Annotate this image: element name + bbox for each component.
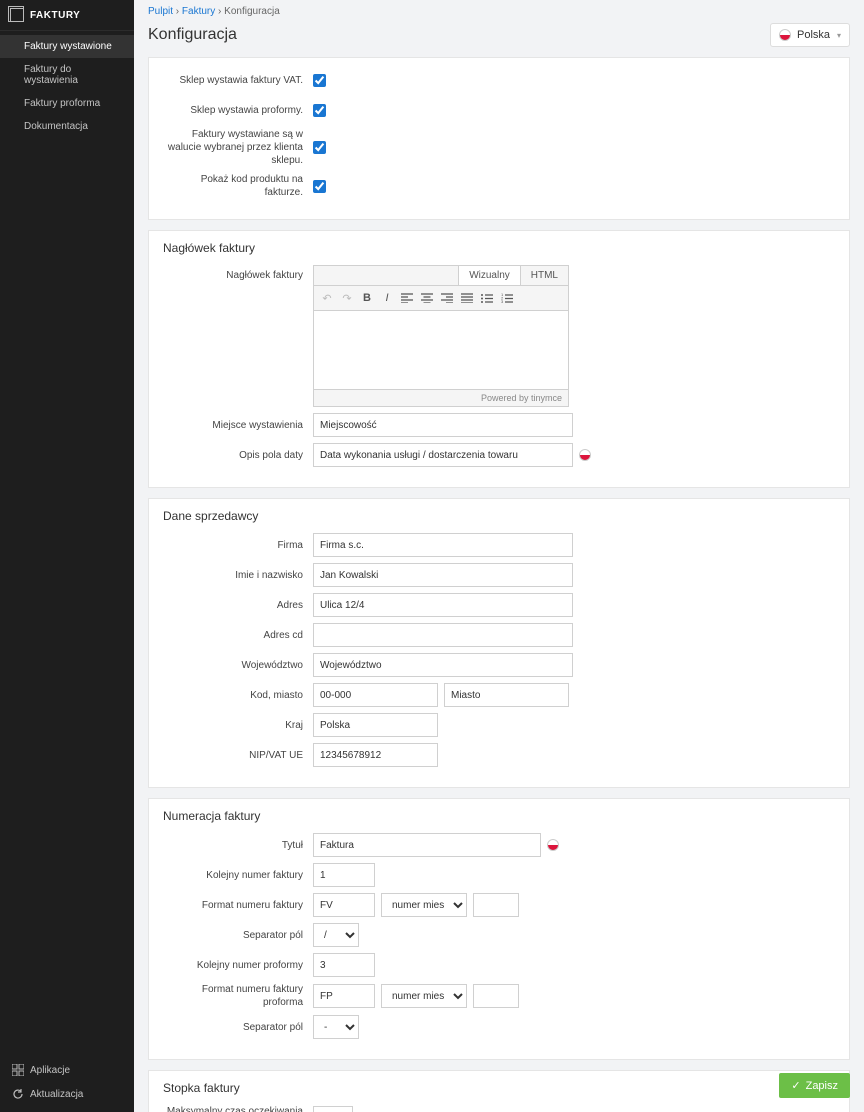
label-opt2: Sklep wystawia proformy. bbox=[163, 104, 313, 117]
label-opt3: Faktury wystawiane są w walucie wybranej… bbox=[163, 128, 313, 167]
align-center-icon[interactable] bbox=[418, 289, 436, 307]
list-ul-icon[interactable] bbox=[478, 289, 496, 307]
input-kolejny[interactable] bbox=[313, 863, 375, 887]
input-tytul[interactable] bbox=[313, 833, 541, 857]
input-adres2[interactable] bbox=[313, 623, 573, 647]
input-firma[interactable] bbox=[313, 533, 573, 557]
breadcrumb-link[interactable]: Pulpit bbox=[148, 6, 173, 17]
input-woj[interactable] bbox=[313, 653, 573, 677]
flag-icon bbox=[547, 839, 559, 851]
input-format-proforma-extra[interactable] bbox=[473, 984, 519, 1008]
save-button[interactable]: ✓ Zapisz bbox=[779, 1073, 850, 1098]
panel-title: Nagłówek faktury bbox=[163, 241, 835, 255]
panel-sprzedawca: Dane sprzedawcy Firma Imie i nazwisko Ad… bbox=[148, 498, 850, 788]
select-sep[interactable]: / bbox=[313, 923, 359, 947]
input-format-extra[interactable] bbox=[473, 893, 519, 917]
checkbox-waluta[interactable] bbox=[313, 141, 326, 154]
align-left-icon[interactable] bbox=[398, 289, 416, 307]
panel-title: Numeracja faktury bbox=[163, 809, 835, 823]
flag-icon bbox=[779, 29, 791, 41]
input-format[interactable] bbox=[313, 893, 375, 917]
panel-naglowek: Nagłówek faktury Nagłówek faktury Wizual… bbox=[148, 230, 850, 488]
language-select[interactable]: Polska ▾ bbox=[770, 23, 850, 47]
select-format-proforma[interactable]: numer miesiąc rok bbox=[381, 984, 467, 1008]
undo-icon[interactable]: ↶ bbox=[318, 289, 336, 307]
italic-icon[interactable]: I bbox=[378, 289, 396, 307]
sidebar-item-proforma[interactable]: Faktury proforma bbox=[0, 92, 134, 115]
flag-icon bbox=[579, 449, 591, 461]
input-imie[interactable] bbox=[313, 563, 573, 587]
input-nip[interactable] bbox=[313, 743, 438, 767]
input-kod[interactable] bbox=[313, 683, 438, 707]
label-editor: Nagłówek faktury bbox=[163, 265, 313, 282]
panel-stopka: Stopka faktury Maksymalny czas oczekiwan… bbox=[148, 1070, 850, 1112]
select-format[interactable]: numer miesiąc rok bbox=[381, 893, 467, 917]
label-opt4: Pokaż kod produktu na fakturze. bbox=[163, 173, 313, 199]
checkbox-kod[interactable] bbox=[313, 180, 326, 193]
refresh-icon bbox=[12, 1088, 24, 1100]
input-adres[interactable] bbox=[313, 593, 573, 617]
editor-body[interactable] bbox=[314, 311, 568, 389]
sidebar-header: FAKTURY bbox=[0, 0, 134, 31]
label-miejsce: Miejsce wystawienia bbox=[163, 419, 313, 432]
main: Pulpit › Faktury › Konfiguracja Konfigur… bbox=[134, 0, 864, 1112]
sidebar: FAKTURY Faktury wystawione Faktury do wy… bbox=[0, 0, 134, 1112]
sidebar-item-do-wystawienia[interactable]: Faktury do wystawienia bbox=[0, 58, 134, 92]
input-kraj[interactable] bbox=[313, 713, 438, 737]
logo-icon bbox=[10, 8, 24, 22]
sidebar-item-wystawione[interactable]: Faktury wystawione bbox=[0, 35, 134, 58]
breadcrumb-link[interactable]: Faktury bbox=[182, 6, 215, 17]
editor-tab-html[interactable]: HTML bbox=[520, 266, 568, 285]
language-label: Polska bbox=[797, 29, 830, 41]
redo-icon[interactable]: ↷ bbox=[338, 289, 356, 307]
sidebar-bottom: Aplikacje Aktualizacja bbox=[0, 1058, 134, 1112]
panel-numeracja: Numeracja faktury Tytuł Kolejny numer fa… bbox=[148, 798, 850, 1060]
sidebar-item-dokumentacja[interactable]: Dokumentacja bbox=[0, 115, 134, 138]
sidebar-bottom-aplikacje[interactable]: Aplikacje bbox=[0, 1058, 134, 1082]
editor-naglowek: Wizualny HTML ↶ ↷ B I bbox=[313, 265, 569, 407]
apps-icon bbox=[12, 1064, 24, 1076]
input-miejsce[interactable] bbox=[313, 413, 573, 437]
check-icon: ✓ bbox=[791, 1079, 800, 1092]
bold-icon[interactable]: B bbox=[358, 289, 376, 307]
panel-title: Stopka faktury bbox=[163, 1081, 835, 1095]
align-right-icon[interactable] bbox=[438, 289, 456, 307]
label-opis: Opis pola daty bbox=[163, 449, 313, 462]
sidebar-bottom-aktualizacja[interactable]: Aktualizacja bbox=[0, 1082, 134, 1106]
label-opt1: Sklep wystawia faktury VAT. bbox=[163, 74, 313, 87]
editor-toolbar: ↶ ↷ B I 123 bbox=[314, 286, 568, 311]
editor-tab-visual[interactable]: Wizualny bbox=[458, 266, 520, 285]
panel-options: Sklep wystawia faktury VAT. Sklep wystaw… bbox=[148, 57, 850, 220]
app-title: FAKTURY bbox=[30, 10, 80, 21]
sidebar-bottom-label: Aktualizacja bbox=[30, 1089, 83, 1100]
panel-title: Dane sprzedawcy bbox=[163, 509, 835, 523]
checkbox-vat[interactable] bbox=[313, 74, 326, 87]
checkbox-proformy[interactable] bbox=[313, 104, 326, 117]
select-sep-proforma[interactable]: - bbox=[313, 1015, 359, 1039]
page-title: Konfiguracja bbox=[148, 26, 237, 44]
input-opis[interactable] bbox=[313, 443, 573, 467]
select-max[interactable]: brak bbox=[313, 1106, 353, 1112]
input-miasto[interactable] bbox=[444, 683, 569, 707]
svg-text:3: 3 bbox=[501, 299, 504, 303]
sidebar-bottom-label: Aplikacje bbox=[30, 1065, 70, 1076]
input-kolejny-proforma[interactable] bbox=[313, 953, 375, 977]
breadcrumb-current: Konfiguracja bbox=[224, 6, 280, 17]
input-format-proforma[interactable] bbox=[313, 984, 375, 1008]
chevron-down-icon: ▾ bbox=[837, 31, 841, 40]
breadcrumb: Pulpit › Faktury › Konfiguracja bbox=[134, 0, 864, 23]
align-justify-icon[interactable] bbox=[458, 289, 476, 307]
editor-footer: Powered by tinymce bbox=[314, 389, 568, 406]
sidebar-nav: Faktury wystawione Faktury do wystawieni… bbox=[0, 31, 134, 1058]
list-ol-icon[interactable]: 123 bbox=[498, 289, 516, 307]
